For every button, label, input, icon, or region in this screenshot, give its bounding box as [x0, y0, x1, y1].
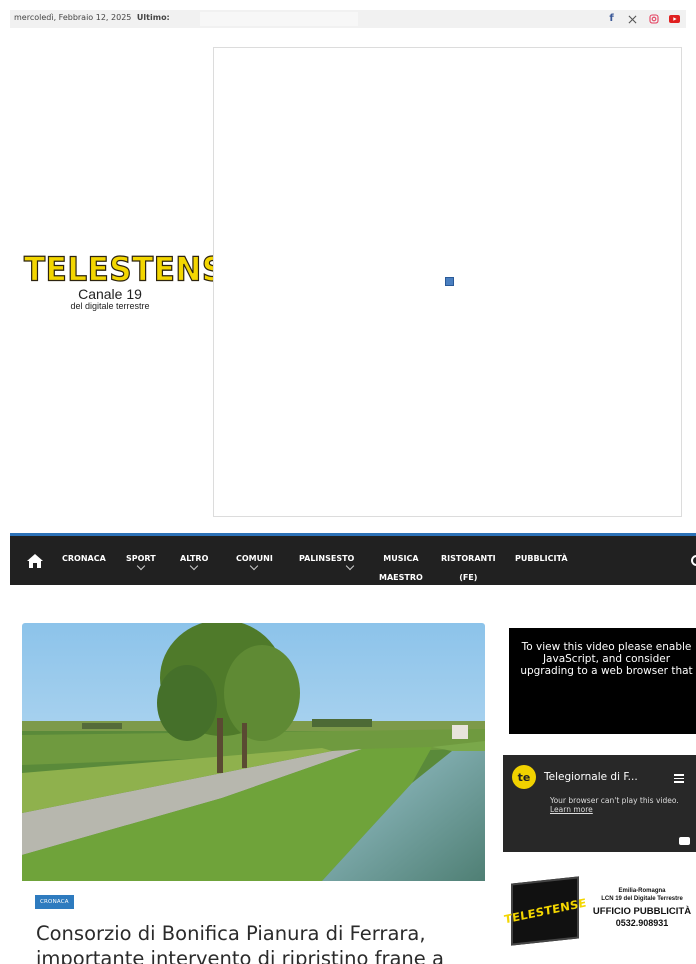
chevron-down-icon: [189, 561, 199, 571]
logo-tagline: del digitale terrestre: [70, 301, 150, 311]
x-icon[interactable]: [627, 13, 638, 25]
chevron-down-icon: [345, 561, 355, 571]
article-title[interactable]: Consorzio di Bonifica Pianura di Ferrara…: [36, 921, 476, 964]
nav-pubblicita[interactable]: PUBBLICITÀ: [515, 551, 568, 567]
instagram-icon[interactable]: [648, 13, 659, 25]
top-bar: mercoledì, Febbraio 12, 2025 Ultimo: f: [10, 10, 686, 28]
header-ad-frame[interactable]: [213, 47, 682, 517]
nav-musica-maestro[interactable]: MUSICA MAESTRO: [379, 551, 423, 586]
youtube-embed[interactable]: te Telegiornale di F... Your browser can…: [503, 755, 696, 852]
nav-comuni[interactable]: COMUNI: [236, 551, 273, 571]
home-icon[interactable]: [26, 553, 44, 569]
nav-cronaca[interactable]: CRONACA: [62, 551, 106, 567]
category-tag[interactable]: CRONACA: [35, 895, 74, 909]
chevron-down-icon: [250, 561, 259, 571]
ad-text: Emilia-Romagna LCN 19 del Digitale Terre…: [587, 887, 696, 929]
ad-office: UFFICIO PUBBLICITÀ: [592, 906, 692, 917]
ad-phone: 0532.908931: [615, 918, 669, 928]
news-ticker[interactable]: [200, 12, 358, 26]
chevron-down-icon: [136, 561, 146, 571]
social-links: f: [606, 13, 680, 25]
date-and-latest: mercoledì, Febbraio 12, 2025 Ultimo:: [14, 13, 170, 22]
video-fallback-text: To view this video please enable JavaScr…: [520, 641, 693, 677]
article-card: CRONACA Consorzio di Bonifica Pianura di…: [22, 881, 485, 964]
logo-channel: Canale 19: [78, 286, 142, 302]
broken-image-icon: [445, 277, 454, 286]
main-nav: CRONACA SPORT ALTRO COMUNI PALINSESTO MU…: [10, 533, 696, 585]
nav-label: PUBBLICITÀ: [515, 554, 568, 563]
nav-label: RISTORANTI: [441, 554, 496, 563]
tv-logo: TELESTENSE: [503, 876, 587, 946]
nav-label: MUSICA: [383, 554, 419, 563]
tv-logo-wordmark: TELESTENSE: [503, 895, 587, 927]
current-date: mercoledì, Febbraio 12, 2025: [14, 13, 132, 22]
error-text: Your browser can't play this video.: [550, 796, 679, 805]
article-image[interactable]: [22, 623, 485, 881]
nav-label-line2: (FE): [459, 573, 478, 582]
ad-region: Emilia-Romagna: [618, 888, 666, 894]
nav-altro[interactable]: ALTRO: [180, 551, 208, 571]
nav-sport[interactable]: SPORT: [126, 551, 156, 571]
search-icon[interactable]: [691, 555, 696, 566]
video-player-unsupported[interactable]: To view this video please enable JavaScr…: [509, 628, 696, 734]
learn-more-link[interactable]: Learn more: [550, 805, 593, 814]
ad-channel: LCN 19 del Digitale Terrestre: [601, 896, 683, 902]
nav-label: CRONACA: [62, 554, 106, 563]
facebook-icon[interactable]: f: [606, 13, 617, 25]
youtube-icon[interactable]: [669, 13, 680, 25]
video-error-message: Your browser can't play this video. Lear…: [550, 796, 680, 814]
playlist-icon[interactable]: [674, 774, 684, 785]
nav-ristoranti[interactable]: RISTORANTI (FE): [441, 551, 496, 586]
nav-label-line2: MAESTRO: [379, 573, 423, 582]
site-logo[interactable]: TELESTENSE Canale 19 del digitale terres…: [23, 251, 247, 311]
video-title[interactable]: Telegiornale di F...: [544, 771, 638, 783]
latest-news-label: Ultimo:: [136, 13, 170, 22]
nav-label: PALINSESTO: [299, 554, 355, 563]
sidebar-ad[interactable]: TELESTENSE Emilia-Romagna LCN 19 del Dig…: [503, 869, 696, 955]
logo-wordmark: TELESTENSE: [23, 251, 247, 289]
youtube-icon[interactable]: [679, 837, 690, 845]
nav-palinsesto[interactable]: PALINSESTO: [299, 551, 355, 571]
channel-logo-icon[interactable]: te: [512, 765, 536, 789]
